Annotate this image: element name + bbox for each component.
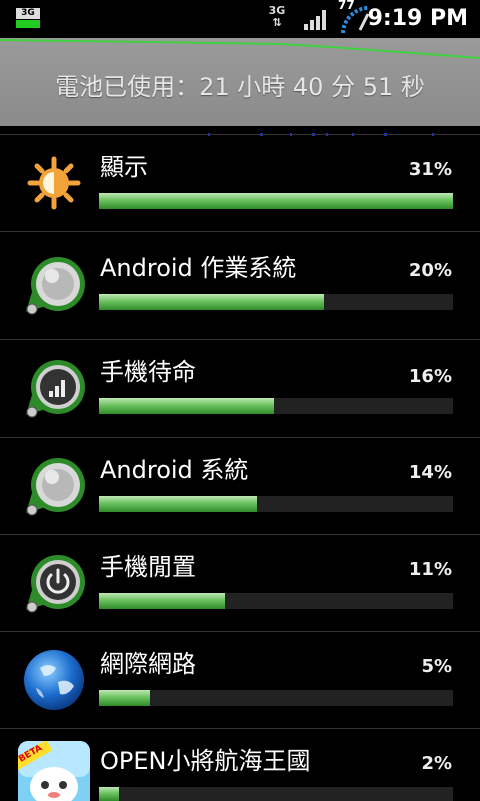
- usage-bar: [99, 690, 453, 706]
- sun-icon: [20, 149, 88, 217]
- item-name: OPEN小將航海王國: [100, 747, 311, 775]
- list-item[interactable]: BETA OPEN小將航海王國 2%: [0, 728, 480, 801]
- usage-bar: [99, 593, 453, 609]
- item-percent: 14%: [408, 462, 452, 483]
- item-name: Android 系統: [100, 456, 249, 484]
- item-percent: 16%: [408, 366, 452, 387]
- item-percent: 5%: [421, 656, 452, 677]
- usage-bar: [99, 193, 453, 209]
- cell-standby-icon: [20, 355, 88, 423]
- clock: 9:19 PM: [367, 6, 468, 31]
- item-name: 網際網路: [100, 650, 196, 678]
- item-name: 手機待命: [100, 358, 196, 386]
- android-os-icon: [20, 252, 88, 320]
- item-name: Android 作業系統: [100, 254, 297, 282]
- network-3g-icon: 3G: [16, 8, 40, 28]
- usage-bar: [99, 787, 453, 801]
- globe-icon: [22, 646, 90, 714]
- battery-level: 77: [338, 0, 355, 12]
- item-name: 手機閒置: [100, 553, 196, 581]
- list-item[interactable]: 顯示 31%: [0, 134, 480, 232]
- network-label: 3G: [16, 8, 40, 19]
- status-bar: 3G 3G ⇅ 77 9:19 PM: [0, 0, 480, 38]
- item-name: 顯示: [100, 153, 148, 181]
- list-item[interactable]: 手機閒置 11%: [0, 534, 480, 632]
- list-item[interactable]: 手機待命 16%: [0, 339, 480, 438]
- signal-strength-icon: [304, 10, 330, 30]
- usage-bar: [99, 398, 453, 414]
- data-3g-icon: 3G ⇅: [264, 5, 290, 31]
- item-percent: 11%: [408, 559, 452, 580]
- android-system-icon: [20, 453, 88, 521]
- power-idle-icon: [20, 550, 88, 618]
- list-item[interactable]: Android 系統 14%: [0, 437, 480, 535]
- usage-bar: [99, 496, 453, 512]
- battery-usage-summary: 電池已使用：21 小時 40 分 51 秒: [55, 73, 425, 101]
- item-percent: 20%: [408, 260, 452, 281]
- item-percent: 2%: [421, 753, 452, 774]
- list-item[interactable]: 網際網路 5%: [0, 631, 480, 729]
- usage-bar: [99, 294, 453, 310]
- list-item[interactable]: Android 作業系統 20%: [0, 231, 480, 340]
- item-percent: 31%: [408, 159, 452, 180]
- app-beta-icon: BETA: [18, 741, 90, 801]
